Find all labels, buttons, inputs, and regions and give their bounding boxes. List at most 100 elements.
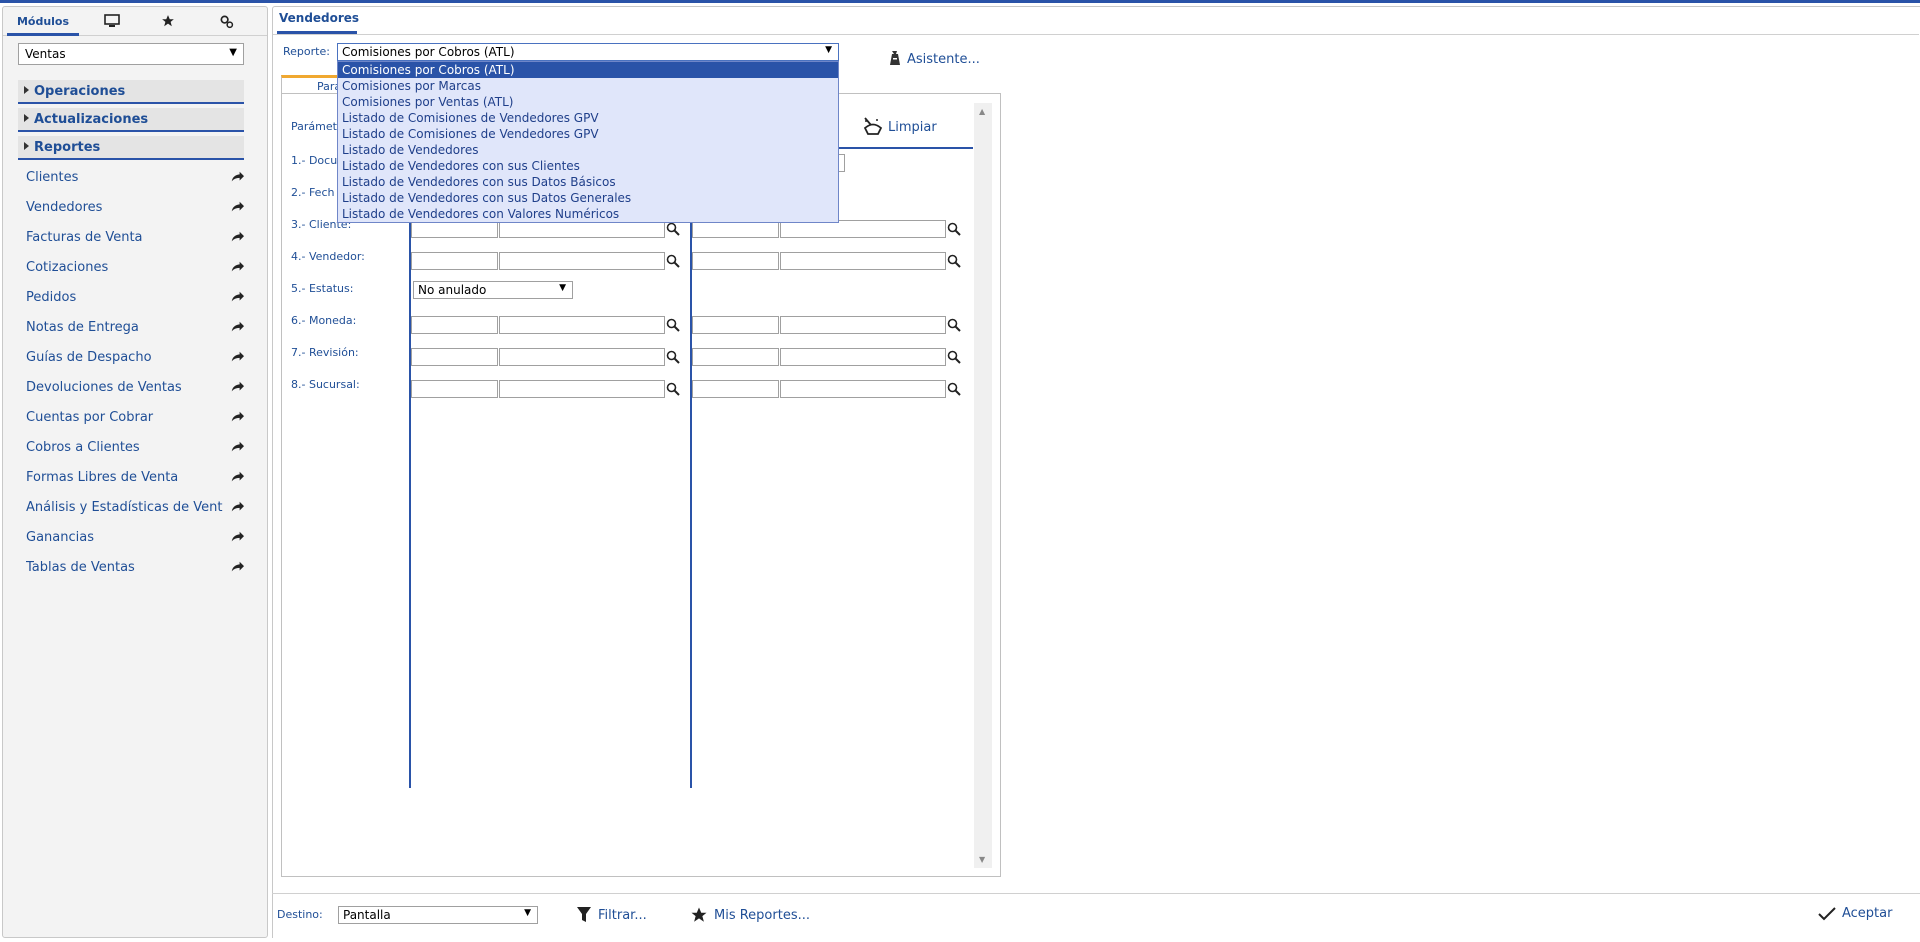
report-option[interactable]: Comisiones por Cobros (ATL) <box>338 62 838 78</box>
sidebar-item[interactable]: Facturas de Venta <box>26 230 246 250</box>
share-arrow-icon <box>230 530 244 544</box>
share-arrow-icon <box>230 170 244 184</box>
star-icon <box>691 907 707 922</box>
chevron-down-icon: ▼ <box>825 45 832 55</box>
sidebar-item[interactable]: Cuentas por Cobrar <box>26 410 246 430</box>
search-icon[interactable] <box>947 254 961 268</box>
tab-parametros[interactable]: Para <box>281 75 341 95</box>
section-actualizaciones[interactable]: Actualizaciones <box>18 108 244 132</box>
sidebar-item[interactable]: Ganancias <box>26 530 246 550</box>
section-label: Operaciones <box>34 84 126 99</box>
desde-desc-field[interactable] <box>499 252 665 270</box>
sidebar-item[interactable]: Pedidos <box>26 290 246 310</box>
module-select[interactable]: Ventas ▼ <box>18 43 244 65</box>
tab-modulos[interactable]: Módulos <box>5 7 81 36</box>
desde-desc-field[interactable] <box>499 380 665 398</box>
hasta-desc-field[interactable] <box>780 380 946 398</box>
check-icon <box>1818 906 1836 920</box>
report-option[interactable]: Listado de Comisiones de Vendedores GPV <box>338 110 838 126</box>
star-icon[interactable] <box>143 7 193 35</box>
search-icon[interactable] <box>666 382 680 396</box>
estatus-select[interactable]: No anulado ▼ <box>413 281 573 299</box>
monitor-icon[interactable] <box>87 7 137 35</box>
desde-code-field[interactable] <box>411 380 498 398</box>
aceptar-button[interactable]: Aceptar <box>1818 906 1892 921</box>
report-option[interactable]: Comisiones por Marcas <box>338 78 838 94</box>
search-icon[interactable] <box>947 350 961 364</box>
desde-code-field[interactable] <box>411 252 498 270</box>
hasta-code-field[interactable] <box>692 348 779 366</box>
report-label: Reporte: <box>283 45 330 58</box>
sidebar-item[interactable]: Devoluciones de Ventas <box>26 380 246 400</box>
search-icon[interactable] <box>666 350 680 364</box>
sidebar-item[interactable]: Vendedores <box>26 200 246 220</box>
report-select-value: Comisiones por Cobros (ATL) <box>342 45 515 59</box>
parameter-label: 5.- Estatus: <box>291 282 354 295</box>
sidebar-item[interactable]: Guías de Despacho <box>26 350 246 370</box>
sidebar-item-label: Ganancias <box>26 530 94 545</box>
hasta-code-field[interactable] <box>692 316 779 334</box>
sidebar-item[interactable]: Cotizaciones <box>26 260 246 280</box>
desde-code-field[interactable] <box>411 316 498 334</box>
destino-label: Destino: <box>277 908 323 921</box>
scroll-down-icon[interactable]: ▼ <box>979 855 985 864</box>
report-option[interactable]: Listado de Vendedores <box>338 142 838 158</box>
hasta-desc-field[interactable] <box>780 252 946 270</box>
search-icon[interactable] <box>666 254 680 268</box>
column-divider-1 <box>409 142 411 788</box>
destino-select[interactable]: Pantalla ▼ <box>338 906 538 924</box>
sidebar-item[interactable]: Formas Libres de Venta <box>26 470 246 490</box>
section-operaciones[interactable]: Operaciones <box>18 80 244 104</box>
mis-reportes-button[interactable]: Mis Reportes... <box>690 906 810 924</box>
sidebar-item-label: Guías de Despacho <box>26 350 152 365</box>
share-arrow-icon <box>230 470 244 484</box>
filtrar-button[interactable]: Filtrar... <box>576 906 647 924</box>
report-option[interactable]: Listado de Vendedores con sus Datos Gene… <box>338 190 838 206</box>
search-icon[interactable] <box>947 382 961 396</box>
sidebar-item-label: Cotizaciones <box>26 260 109 275</box>
report-option[interactable]: Listado de Vendedores con Valores Numéri… <box>338 206 838 222</box>
share-arrow-icon <box>230 230 244 244</box>
asistente-button[interactable]: Asistente... <box>888 50 980 67</box>
hasta-code-field[interactable] <box>692 380 779 398</box>
sidebar-item[interactable]: Notas de Entrega <box>26 320 246 340</box>
share-arrow-icon <box>230 350 244 364</box>
search-icon[interactable] <box>666 318 680 332</box>
limpiar-button[interactable]: Limpiar <box>862 116 937 136</box>
settings-icon[interactable] <box>201 7 251 35</box>
share-arrow-icon <box>230 320 244 334</box>
report-option[interactable]: Comisiones por Ventas (ATL) <box>338 94 838 110</box>
filtrar-label: Filtrar... <box>598 907 647 923</box>
module-select-value: Ventas <box>25 47 66 61</box>
sidebar-item[interactable]: Cobros a Clientes <box>26 440 246 460</box>
report-select[interactable]: Comisiones por Cobros (ATL) ▼ <box>337 43 839 61</box>
report-dropdown-list: Comisiones por Cobros (ATL) Comisiones po… <box>337 61 839 223</box>
share-arrow-icon <box>230 380 244 394</box>
search-icon[interactable] <box>947 222 961 236</box>
desde-code-field[interactable] <box>411 348 498 366</box>
desde-desc-field[interactable] <box>499 348 665 366</box>
search-icon[interactable] <box>666 222 680 236</box>
report-option[interactable]: Listado de Vendedores con sus Datos Bási… <box>338 174 838 190</box>
hasta-desc-field[interactable] <box>780 348 946 366</box>
search-icon[interactable] <box>947 318 961 332</box>
section-label: Actualizaciones <box>34 112 149 127</box>
sidebar-item[interactable]: Análisis y Estadísticas de Vent <box>26 500 246 520</box>
sidebar-item[interactable]: Tablas de Ventas <box>26 560 246 580</box>
mis-reportes-label: Mis Reportes... <box>714 907 810 923</box>
tab-bar-divider <box>273 34 1919 35</box>
report-option[interactable]: Listado de Vendedores con sus Clientes <box>338 158 838 174</box>
tab-vendedores[interactable]: Vendedores <box>279 11 359 25</box>
desde-desc-field[interactable] <box>499 316 665 334</box>
sidebar-item[interactable]: Clientes <box>26 170 246 190</box>
hasta-code-field[interactable] <box>692 252 779 270</box>
section-reportes[interactable]: Reportes <box>18 136 244 160</box>
parameter-label: 7.- Revisión: <box>291 346 359 359</box>
funnel-icon <box>577 907 591 922</box>
share-arrow-icon <box>230 290 244 304</box>
report-option[interactable]: Listado de Comisiones de Vendedores GPV <box>338 126 838 142</box>
share-arrow-icon <box>230 500 244 514</box>
hasta-desc-field[interactable] <box>780 316 946 334</box>
scroll-up-icon[interactable]: ▲ <box>979 107 985 116</box>
vertical-scrollbar[interactable]: ▲ ▼ <box>974 103 992 868</box>
